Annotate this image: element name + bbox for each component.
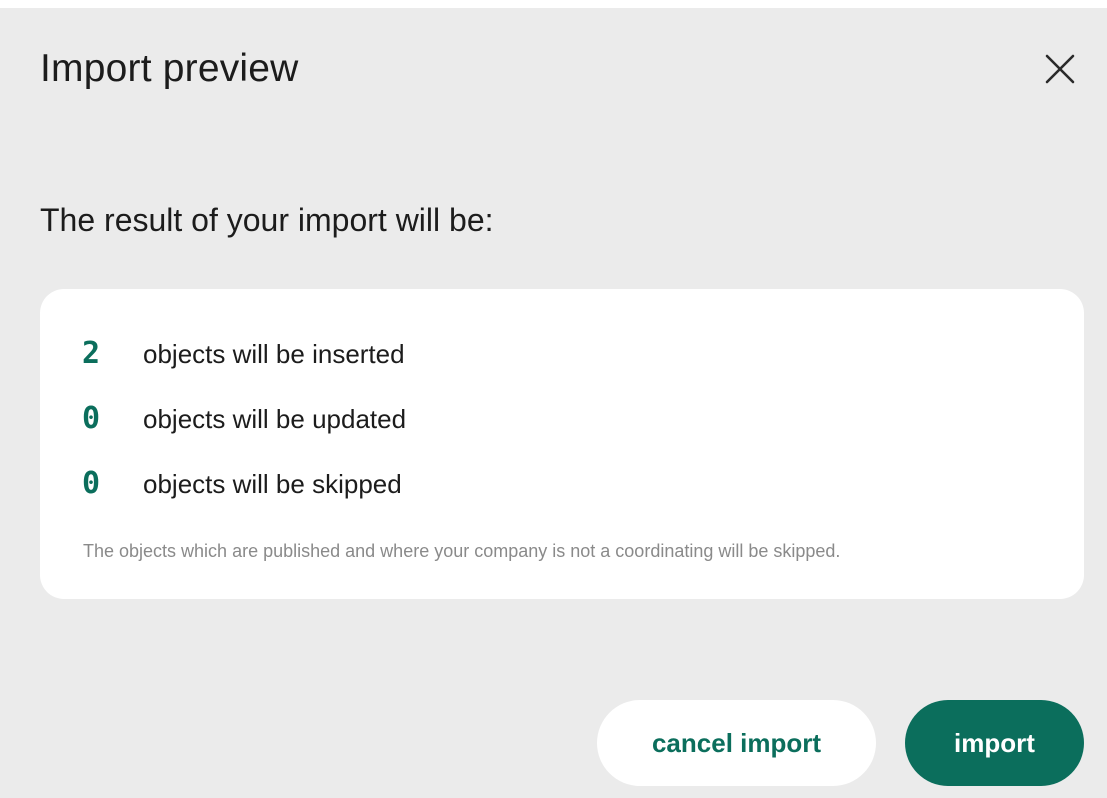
skip-note: The objects which are published and wher… bbox=[83, 541, 841, 561]
updated-row: 0 objects will be updated bbox=[82, 401, 406, 437]
skipped-count: 0 bbox=[82, 466, 101, 501]
updated-count: 0 bbox=[82, 401, 101, 436]
updated-label: objects will be updated bbox=[143, 404, 407, 434]
dialog-title: Import preview bbox=[40, 47, 299, 90]
inserted-count: 2 bbox=[82, 336, 101, 371]
result-heading: The result of your import will be: bbox=[40, 202, 494, 238]
close-button[interactable] bbox=[1038, 47, 1082, 91]
inserted-label: objects will be inserted bbox=[143, 339, 405, 369]
skipped-label: objects will be skipped bbox=[143, 469, 402, 499]
close-icon bbox=[1045, 54, 1075, 84]
result-summary-card: 2 objects will be inserted 0 objects wil… bbox=[40, 289, 1084, 599]
skipped-row: 0 objects will be skipped bbox=[82, 466, 402, 502]
import-preview-dialog: Import preview The result of your import… bbox=[0, 8, 1107, 798]
cancel-import-button[interactable]: cancel import bbox=[597, 700, 876, 786]
inserted-row: 2 objects will be inserted bbox=[82, 336, 405, 372]
import-button[interactable]: import bbox=[905, 700, 1084, 786]
